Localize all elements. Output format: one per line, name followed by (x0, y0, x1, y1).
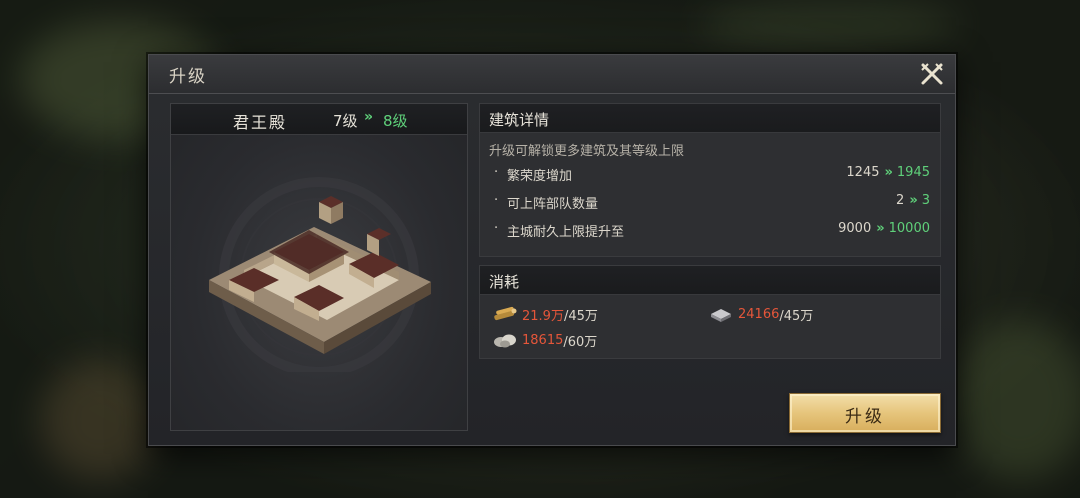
detail-row: · 繁荣度增加 1245 » 1945 (494, 165, 930, 185)
resource-max: /45万 (779, 308, 814, 324)
detail-row: · 可上阵部队数量 2 » 3 (494, 193, 930, 213)
level-from: 7级 (333, 112, 358, 130)
wood-icon (494, 306, 517, 321)
details-description: 升级可解锁更多建筑及其等级上限 (489, 144, 685, 159)
value-to: 10000 (888, 221, 930, 236)
details-header: 建筑详情 (480, 104, 940, 133)
bullet: · (494, 165, 499, 180)
upgrade-dialog: 升级 君王殿 7级 » 8级 建筑详情 升级可解锁更多建筑及其等级上限 · 繁荣… (148, 54, 956, 446)
background-blur (700, 0, 960, 50)
level-to: 8级 (383, 112, 408, 130)
palace-building-image (209, 177, 431, 372)
detail-row: · 主城耐久上限提升至 9000 » 10000 (494, 221, 930, 241)
value-from: 9000 (838, 221, 872, 236)
bullet: · (494, 221, 499, 236)
building-preview-panel: 君王殿 7级 » 8级 (170, 103, 468, 431)
dialog-title: 升级 (169, 67, 207, 87)
detail-values: 1245 » 1945 (846, 165, 930, 180)
resource-current: 24166 (738, 306, 780, 322)
resource-current: 21.9万 (522, 308, 564, 324)
detail-label: 可上阵部队数量 (507, 197, 599, 212)
close-icon (921, 63, 943, 85)
resource-max: /60万 (563, 334, 598, 350)
increase-arrow-icon: » (884, 165, 894, 180)
resource-current: 18615 (522, 332, 564, 348)
bullet: · (494, 193, 499, 208)
resource-max: /45万 (563, 308, 598, 324)
detail-label: 繁荣度增加 (507, 169, 573, 184)
resource-wood: 21.9万/45万 (492, 304, 598, 324)
value-from: 2 (896, 193, 905, 208)
cost-header: 消耗 (480, 266, 940, 295)
detail-values: 2 » 3 (896, 193, 930, 208)
upgrade-button[interactable]: 升级 (789, 393, 941, 433)
value-from: 1245 (846, 165, 880, 180)
detail-label: 主城耐久上限提升至 (507, 225, 625, 240)
resource-iron: 24166/45万 (708, 304, 813, 324)
stone-icon (494, 334, 516, 348)
value-to: 3 (921, 193, 930, 208)
value-to: 1945 (896, 165, 930, 180)
details-title: 建筑详情 (489, 111, 550, 129)
level-arrow-icon: » (364, 109, 373, 125)
background-blur (40, 360, 160, 480)
title-bar: 升级 (149, 55, 955, 94)
building-details-section: 建筑详情 升级可解锁更多建筑及其等级上限 · 繁荣度增加 1245» 1945 ·… (479, 103, 941, 257)
building-name: 君王殿 (233, 113, 288, 132)
close-button[interactable] (919, 61, 945, 87)
cost-title: 消耗 (489, 273, 520, 291)
building-header: 君王殿 7级 » 8级 (171, 104, 467, 135)
detail-values: 9000 » 10000 (838, 221, 930, 236)
resource-stone: 18615/60万 (492, 330, 597, 350)
increase-arrow-icon: » (909, 193, 918, 208)
iron-icon (711, 309, 731, 322)
cost-section: 消耗 21.9万/45万 24166/45万 18615/60万 (479, 265, 941, 359)
upgrade-button-label: 升级 (845, 407, 885, 427)
background-blur (950, 320, 1080, 480)
increase-arrow-icon: » (876, 221, 885, 236)
